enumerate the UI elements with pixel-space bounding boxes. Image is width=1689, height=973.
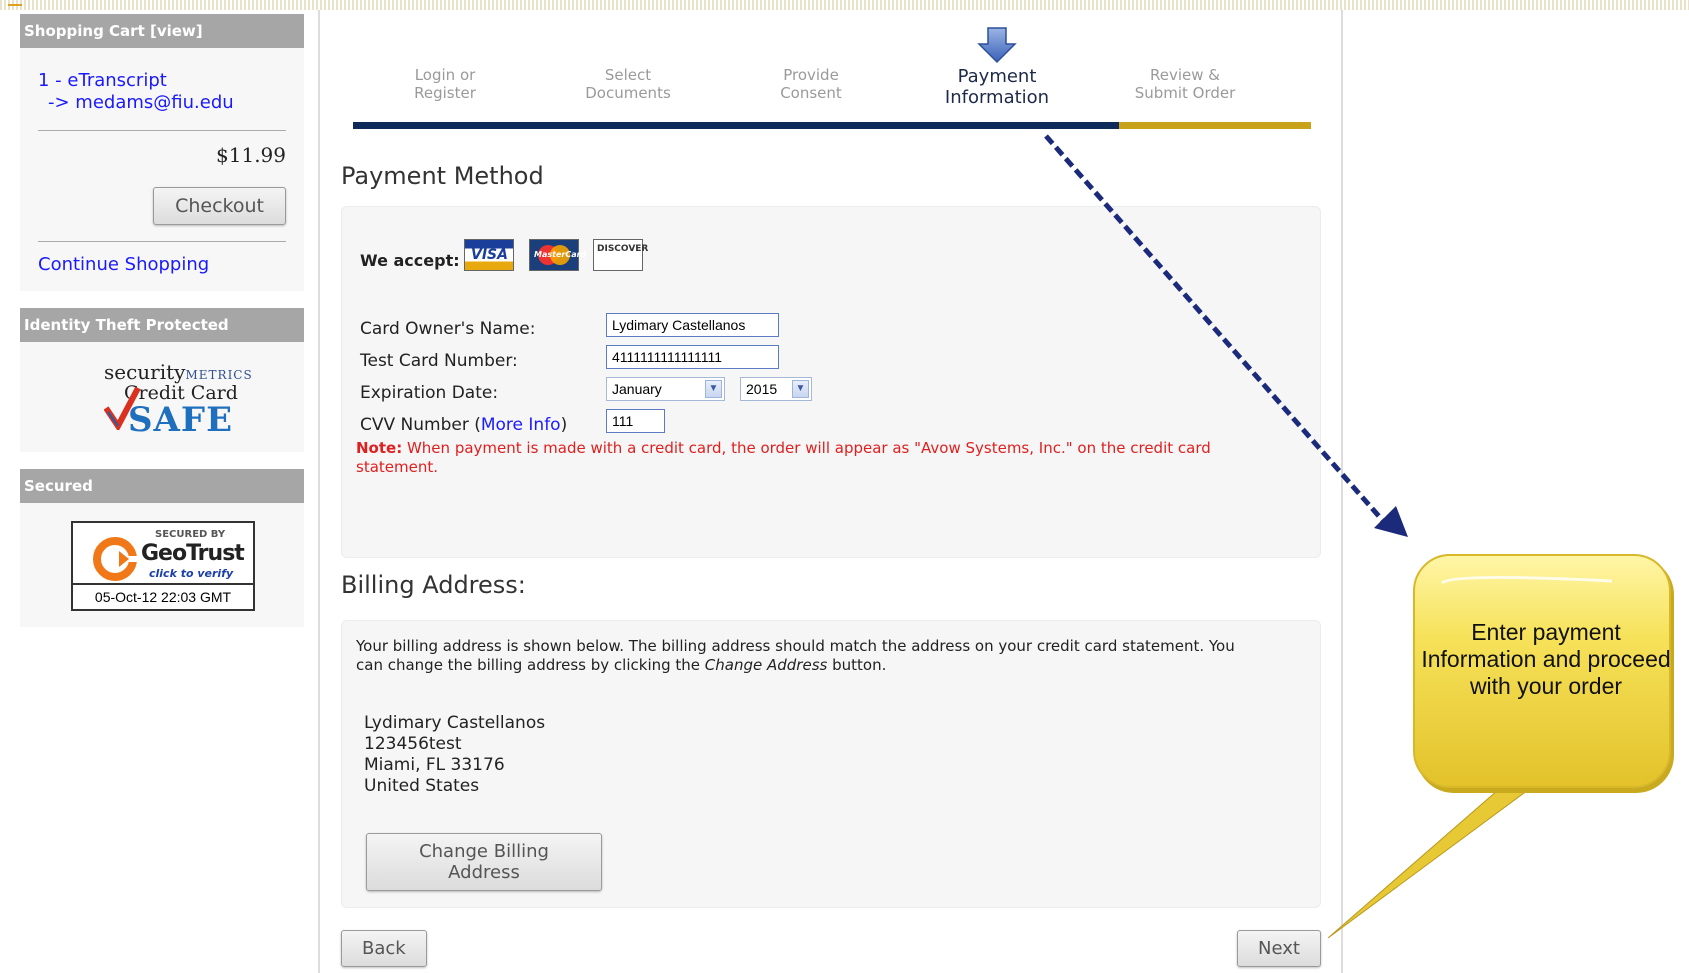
dashed-arrow-line: [1044, 134, 1386, 524]
instruction-callout: Enter payment Information and proceed wi…: [1412, 553, 1680, 793]
callout-text: Enter payment Information and proceed wi…: [1421, 619, 1671, 699]
arrow-head-icon: [1374, 506, 1408, 537]
callout-tail: [1327, 789, 1530, 939]
annotation-overlay: [1044, 134, 1530, 939]
